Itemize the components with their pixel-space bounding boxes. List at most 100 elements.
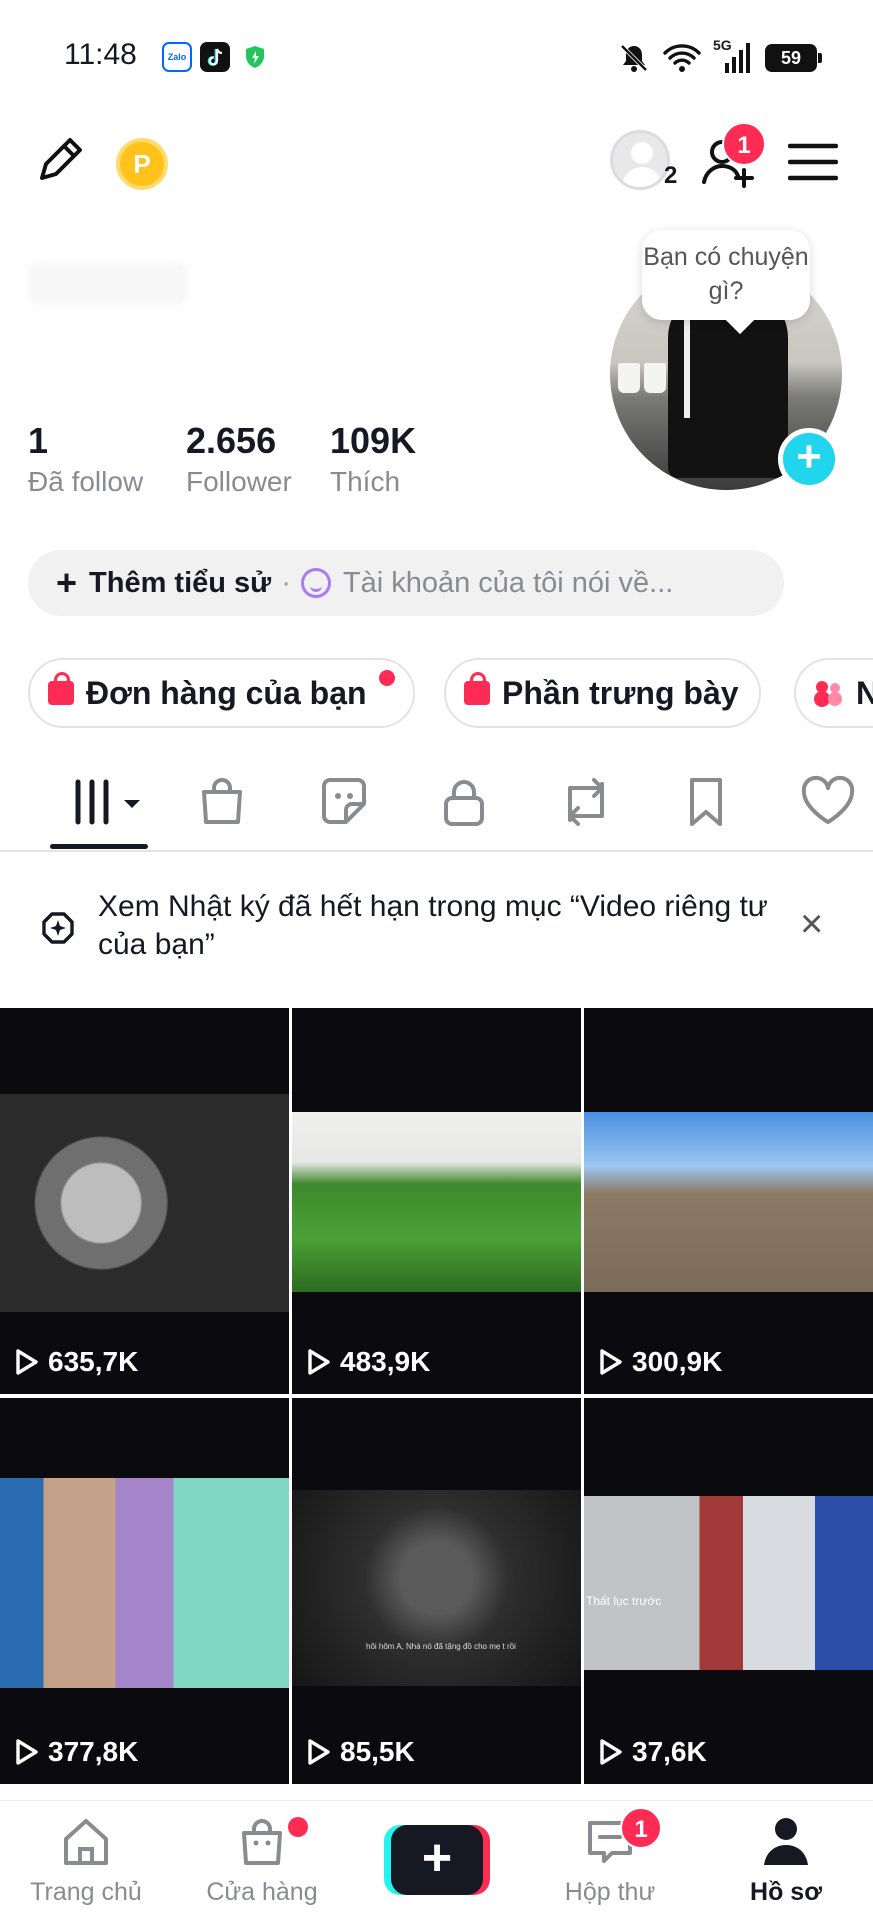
view-count-text: 377,8K (48, 1736, 139, 1767)
plus-icon: + (391, 1825, 483, 1895)
profile-top-bar: P 2 1 (0, 110, 873, 210)
play-icon (308, 1349, 330, 1375)
play-icon (308, 1739, 330, 1765)
tab-liked[interactable] (798, 774, 858, 835)
likes-label: Thích (330, 466, 401, 497)
video-caption: Thất lục trước (586, 1594, 662, 1608)
video-tile[interactable]: hôi hôm A, Nhà nó đã tặng đồ cho mẹ t rồ… (292, 1398, 581, 1784)
status-bar: 11:48 Zalo 5G 59 (0, 0, 873, 110)
nav-inbox-label: Hộp thư (564, 1878, 656, 1906)
inbox-badge: 1 (620, 1807, 662, 1849)
zalo-icon: Zalo (162, 42, 192, 72)
video-tile[interactable]: 483,9K (292, 1008, 581, 1394)
profile-name (28, 262, 188, 304)
edit-pencil-icon[interactable] (30, 130, 90, 195)
tab-videos[interactable] (72, 774, 144, 835)
video-tile[interactable]: 635,7K (0, 1008, 289, 1394)
view-count-text: 483,9K (340, 1346, 431, 1377)
video-thumbnail (584, 1112, 873, 1292)
shopping-bag-icon (48, 672, 74, 705)
nav-shop-label: Cửa hàng (206, 1878, 318, 1906)
add-bio-label: Thêm tiểu sử (89, 566, 272, 599)
status-time: 11:48 (64, 38, 137, 71)
bio-separator: · (281, 566, 291, 599)
likes-count: 109K (330, 420, 417, 461)
shop-notification-dot (288, 1817, 308, 1837)
orders-chip[interactable]: Đơn hàng của bạn (28, 658, 415, 728)
stat-likes[interactable]: 109K Thích (330, 420, 416, 498)
account-count: 2 (664, 162, 678, 189)
nav-home[interactable]: Trang chủ (6, 1815, 166, 1907)
stat-following[interactable]: 1 Đã follow (28, 420, 143, 498)
view-count-text: 37,6K (632, 1736, 707, 1767)
menu-icon[interactable] (787, 142, 839, 187)
more-chip-label: N (856, 674, 873, 711)
account-switch-avatar[interactable] (610, 130, 670, 190)
video-tile[interactable]: Thất lục trước 37,6K (584, 1398, 873, 1784)
avatar-status-tooltip[interactable]: Bạn có chuyện gì? (642, 230, 810, 320)
smile-icon (300, 568, 331, 598)
video-thumbnail: Thất lục trước (584, 1496, 873, 1670)
stat-followers[interactable]: 2.656 Follower (186, 420, 292, 498)
view-count-text: 85,5K (340, 1736, 415, 1767)
active-tab-indicator (50, 844, 148, 849)
play-icon (600, 1739, 622, 1765)
showcase-label: Phần trưng bày (502, 674, 739, 711)
tab-reposts[interactable] (556, 774, 616, 835)
friend-request-badge: 1 (722, 122, 766, 166)
lock-icon (444, 780, 484, 826)
view-count: 300,9K (598, 1346, 722, 1378)
video-tile[interactable]: 377,8K (0, 1398, 289, 1784)
nav-profile-label: Hồ sơ (750, 1878, 822, 1906)
view-count: 377,8K (14, 1736, 138, 1768)
plus-icon: + (56, 562, 78, 603)
orders-notification-dot (378, 670, 395, 686)
tab-stickers[interactable] (316, 774, 372, 835)
bookmark-icon (690, 778, 722, 826)
bottom-navigation: Trang chủ Cửa hàng + Hộp thư 1 Hồ sơ (0, 1800, 873, 1920)
nav-profile[interactable]: Hồ sơ (706, 1815, 866, 1907)
bio-hint: Tài khoản của tôi nói về... (342, 566, 674, 599)
view-count: 85,5K (306, 1736, 415, 1768)
close-icon[interactable]: × (800, 904, 823, 944)
video-caption: hôi hôm A, Nhà nó đã tặng đồ cho mẹ t rồ… (366, 1642, 516, 1651)
home-icon (64, 1819, 108, 1865)
view-count: 635,7K (14, 1346, 138, 1378)
profile-tabs (0, 760, 873, 852)
shopping-bag-icon (464, 672, 490, 705)
tab-shop[interactable] (194, 774, 250, 835)
orders-label: Đơn hàng của bạn (86, 674, 367, 711)
wifi-icon (663, 44, 701, 72)
nav-inbox[interactable]: Hộp thư (530, 1815, 690, 1907)
profile-icon (764, 1818, 808, 1865)
play-icon (600, 1349, 622, 1375)
people-icon (814, 681, 844, 705)
nav-home-label: Trang chủ (30, 1878, 142, 1906)
coins-icon[interactable]: P (116, 138, 168, 190)
add-bio-button[interactable]: + Thêm tiểu sử · Tài khoản của tôi nói v… (28, 550, 784, 616)
followers-label: Follower (186, 466, 292, 497)
video-thumbnail (0, 1094, 289, 1312)
play-icon (16, 1349, 38, 1375)
nav-shop[interactable]: Cửa hàng (182, 1815, 342, 1907)
play-icon (16, 1739, 38, 1765)
add-avatar-button[interactable]: + (778, 428, 840, 490)
tab-private[interactable] (436, 774, 492, 835)
following-count: 1 (28, 420, 49, 461)
repost-icon (568, 778, 604, 826)
video-tile[interactable]: 300,9K (584, 1008, 873, 1394)
video-thumbnail (292, 1112, 581, 1292)
expired-stories-notice[interactable]: Xem Nhật ký đã hết hạn trong mục “Video … (0, 860, 873, 992)
view-count: 37,6K (598, 1736, 707, 1768)
mute-bell-icon (620, 44, 648, 72)
heart-icon (801, 775, 855, 824)
view-count-text: 635,7K (48, 1346, 139, 1377)
signal-icon: 5G (713, 37, 753, 75)
tab-favorites[interactable] (678, 774, 734, 835)
more-chip[interactable]: N (794, 658, 873, 728)
showcase-chip[interactable]: Phần trưng bày (444, 658, 761, 728)
create-button[interactable]: + (384, 1825, 490, 1895)
status-indicators: 5G 59 (617, 37, 822, 76)
view-count-text: 300,9K (632, 1346, 723, 1377)
battery-icon: 59 (765, 44, 822, 72)
